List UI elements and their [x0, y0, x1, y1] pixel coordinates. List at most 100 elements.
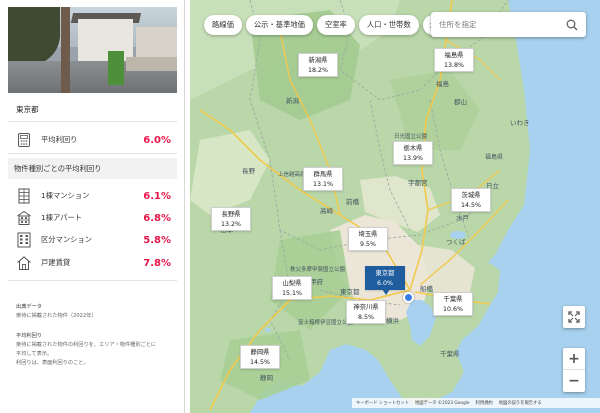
street-photo — [8, 7, 177, 93]
divider — [8, 280, 177, 281]
pref-marker-niigata[interactable]: 新潟県 18.2% — [298, 53, 338, 77]
marker-name: 埼玉県 — [358, 231, 378, 238]
map-label: 水戸 — [456, 214, 469, 222]
chip-rosenka[interactable]: 路線価 — [204, 15, 242, 35]
map-label: 東京都 — [340, 288, 360, 296]
type-value: 7.8% — [143, 257, 171, 269]
chip-land-price[interactable]: 公示・基準地価 — [245, 15, 313, 35]
pref-marker-shizuoka[interactable]: 静岡県 14.5% — [240, 345, 280, 369]
pref-marker-ibaraki[interactable]: 茨城県 14.5% — [451, 188, 491, 212]
map-label: 長野 — [242, 167, 255, 175]
marker-name: 新潟県 — [308, 57, 328, 64]
zoom-in-button[interactable]: + — [563, 348, 585, 370]
marker-name: 山梨県 — [282, 280, 302, 287]
map-data-credit: 地図データ ©2023 Google — [414, 401, 470, 406]
map-label: 宇都宮 — [408, 179, 428, 187]
house-icon — [17, 256, 31, 270]
zoom-control: + − — [563, 348, 585, 392]
marker-value: 14.5% — [249, 359, 270, 366]
map-label: 富士箱根伊豆国立公園 — [298, 320, 354, 326]
map-label: 前橋 — [346, 198, 359, 206]
search-input[interactable]: 住所を指定 — [439, 19, 566, 30]
pref-marker-kanagawa[interactable]: 神奈川県 8.5% — [346, 300, 386, 324]
fullscreen-button[interactable] — [563, 306, 585, 328]
marker-value: 13.2% — [220, 221, 241, 228]
marker-name: 神奈川県 — [353, 304, 379, 311]
definition-line: 楽待に掲載された物件の利回りを、エリア・物件種別ごとに — [16, 342, 157, 348]
pref-marker-saitama[interactable]: 埼玉県 9.5% — [348, 227, 388, 251]
map-label: 船橋 — [420, 285, 433, 293]
marker-name: 栃木県 — [403, 145, 423, 152]
section-title: 物件種別ごとの平均利回り — [8, 158, 177, 179]
marker-name: 長野県 — [221, 211, 241, 218]
source-title: 出典データ — [16, 304, 42, 310]
pref-marker-tochigi[interactable]: 栃木県 13.9% — [393, 141, 433, 165]
report-error-link[interactable]: 地図の誤りを報告する — [499, 400, 542, 406]
type-value: 5.8% — [143, 234, 171, 246]
search-icon[interactable] — [566, 19, 578, 31]
map-label: 郡山 — [454, 98, 467, 106]
definition-line: 平均して表示。 — [16, 351, 53, 357]
marker-name: 福島県 — [444, 52, 464, 59]
pref-marker-gunma[interactable]: 群馬県 13.1% — [303, 167, 343, 191]
map-label: 静岡 — [260, 374, 273, 382]
type-label: 戸建賃貸 — [41, 258, 71, 267]
building-icon — [18, 188, 30, 204]
marker-name: 群馬県 — [313, 171, 333, 178]
type-row-building: 1棟マンション 6.1% — [16, 188, 171, 204]
avg-yield-label: 平均利回り — [41, 135, 78, 144]
avg-yield-row: 平均利回り 6.0% — [16, 132, 171, 148]
map-label: 横浜 — [386, 317, 399, 325]
map-label: 秩父多摩甲斐国立公園 — [290, 267, 346, 273]
marker-value: 14.5% — [460, 202, 481, 209]
map-label: いわき — [510, 119, 530, 127]
marker-value: 6.0% — [377, 280, 393, 287]
map-attribution: キーボード ショートカット 地図データ ©2023 Google 利用規約 地図… — [352, 398, 600, 408]
map-label: 高崎 — [320, 207, 333, 215]
definition-title: 平均利回り — [16, 333, 42, 339]
pref-marker-yamanashi[interactable]: 山梨県 15.1% — [272, 276, 312, 300]
avg-yield-value: 6.0% — [143, 134, 171, 146]
marker-value: 13.8% — [443, 62, 464, 69]
chip-population[interactable]: 人口・世帯数 — [358, 15, 419, 35]
type-label: 1棟マンション — [41, 191, 90, 200]
address-search[interactable]: 住所を指定 — [431, 12, 586, 37]
apartment-icon — [17, 210, 31, 225]
marker-name: 静岡県 — [250, 349, 270, 356]
chip-vacancy[interactable]: 空室率 — [316, 15, 355, 35]
map-label: 新潟 — [286, 97, 299, 105]
marker-name: 千葉県 — [443, 296, 463, 303]
type-row-house: 戸建賃貸 7.8% — [16, 255, 171, 271]
map-label: 千葉県 — [440, 350, 460, 358]
unit-mansion-icon — [17, 232, 31, 248]
pref-marker-tokyo-selected[interactable]: 東京都 6.0% — [365, 266, 405, 295]
layer-chip-row: 路線価 公示・基準地価 空室率 人口・世帯数 > — [204, 15, 443, 35]
marker-name: 東京都 — [375, 270, 395, 277]
calculator-icon — [18, 133, 30, 147]
prefecture-name: 東京都 — [16, 105, 39, 114]
definition-line: 利回りは、表面利回りのこと。 — [16, 360, 89, 366]
marker-value: 13.1% — [312, 181, 333, 188]
map-label: 福島県 — [485, 154, 504, 161]
source-text: 楽待に掲載された物件（2022年） — [16, 313, 97, 319]
map-label: つくば — [446, 238, 466, 246]
marker-name: 茨城県 — [461, 192, 481, 199]
marker-value: 18.2% — [307, 67, 328, 74]
pref-marker-fukushima[interactable]: 福島県 13.8% — [434, 48, 474, 72]
type-label: 区分マンション — [41, 235, 93, 244]
keyboard-shortcuts-link[interactable]: キーボード ショートカット — [356, 400, 409, 406]
pref-marker-chiba[interactable]: 千葉県 10.6% — [433, 292, 473, 316]
marker-value: 10.6% — [442, 306, 463, 313]
divider — [8, 153, 177, 154]
type-row-apartment: 1棟アパート 6.8% — [16, 210, 171, 226]
type-row-unit-mansion: 区分マンション 5.8% — [16, 232, 171, 248]
zoom-out-button[interactable]: − — [563, 370, 585, 392]
map-label: 福島 — [436, 80, 449, 88]
location-dot — [403, 292, 414, 303]
pref-marker-nagano[interactable]: 長野県 13.2% — [211, 207, 251, 231]
marker-value: 9.5% — [360, 241, 376, 248]
terms-link[interactable]: 利用規約 — [476, 400, 493, 406]
type-value: 6.8% — [143, 212, 171, 224]
marker-value: 13.9% — [402, 155, 423, 162]
type-value: 6.1% — [143, 190, 171, 202]
